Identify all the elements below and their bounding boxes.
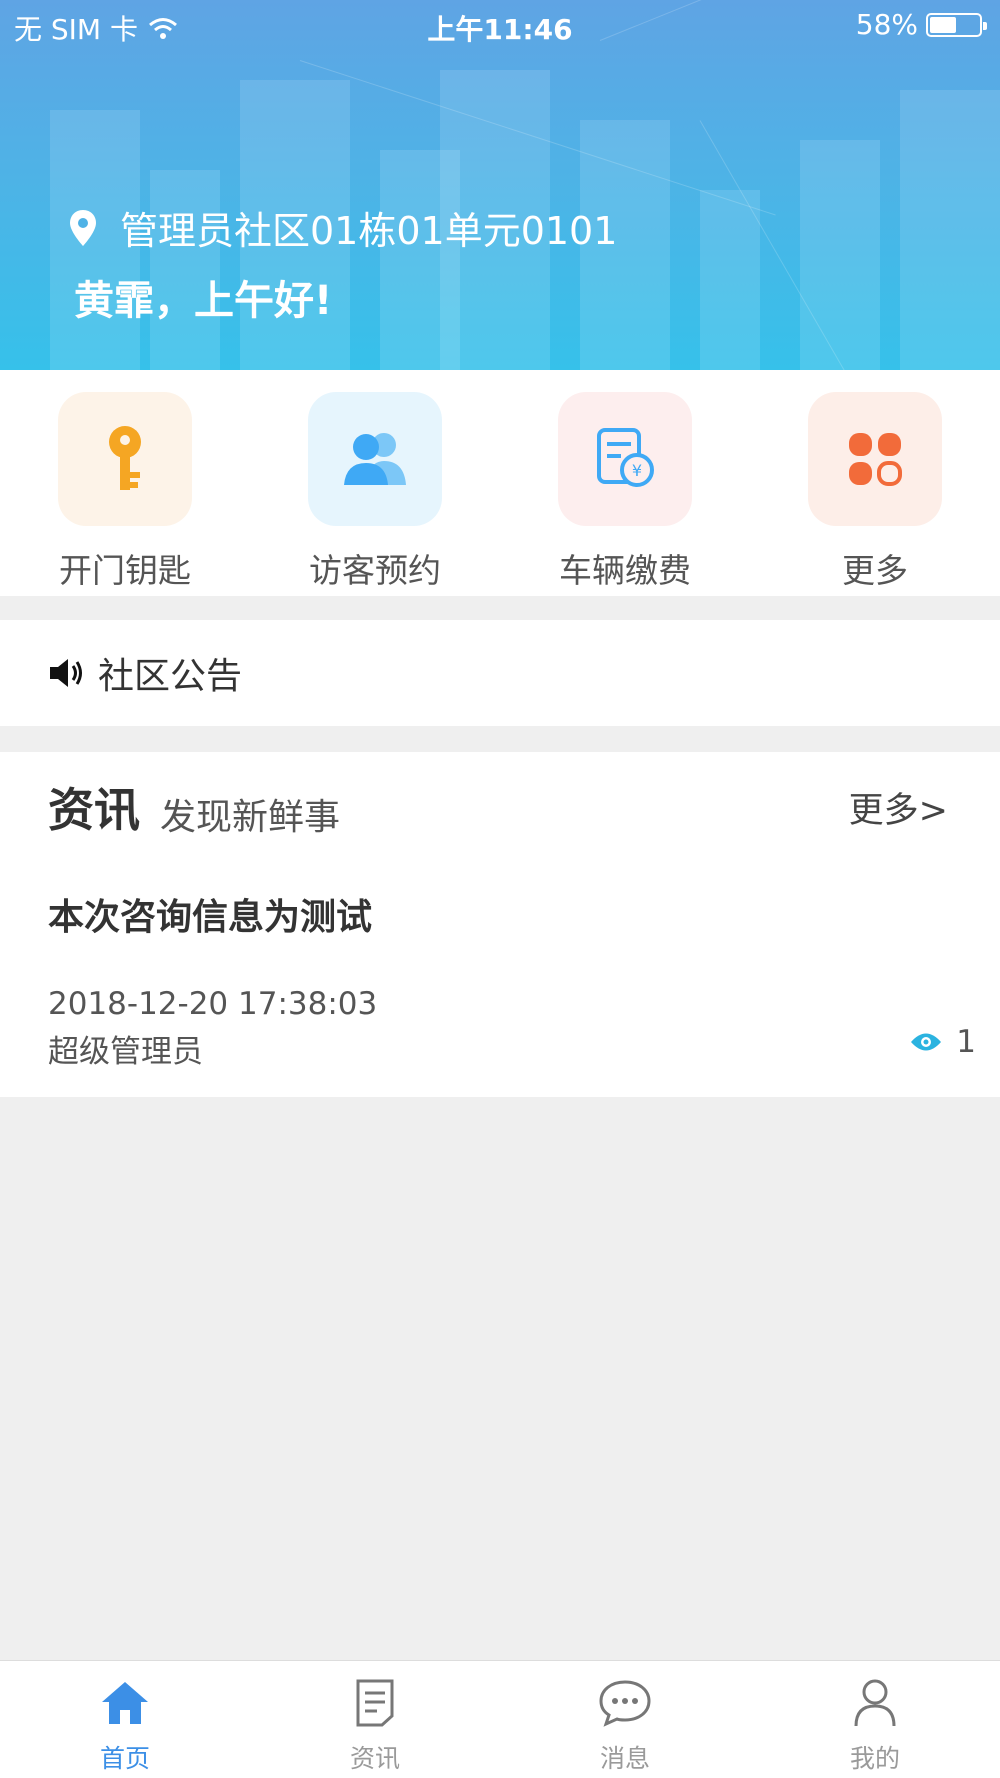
- location-pin-icon: [70, 209, 96, 246]
- chat-icon: [599, 1680, 651, 1727]
- quick-action-more[interactable]: 更多: [795, 392, 955, 592]
- building-decoration: [800, 140, 880, 370]
- battery-icon: [926, 12, 987, 37]
- bill-icon: ¥: [597, 428, 654, 487]
- quick-action-icon-bg: [808, 392, 942, 526]
- address-text: 管理员社区01栋01单元0101: [120, 209, 618, 253]
- quick-action-visitor[interactable]: 访客预约: [295, 392, 455, 592]
- battery-fill: [930, 16, 957, 33]
- quick-action-icon-bg: [308, 392, 442, 526]
- tab-messages[interactable]: 消息: [555, 1675, 695, 1775]
- grid-icon: [849, 433, 902, 486]
- battery-nub: [983, 21, 987, 30]
- visitors-icon: [344, 433, 406, 485]
- tab-label: 首页: [99, 1744, 150, 1773]
- tab-label: 我的: [849, 1744, 900, 1773]
- tab-label: 消息: [599, 1744, 650, 1773]
- tab-profile[interactable]: 我的: [805, 1675, 945, 1775]
- quick-action-icon-bg: ¥: [558, 392, 692, 526]
- views-count: 1: [956, 1024, 976, 1060]
- tab-label: 资讯: [349, 1744, 400, 1773]
- eye-icon: [911, 1033, 942, 1051]
- quick-action-label: 车辆缴费: [559, 551, 691, 590]
- header-banner: 无 SIM 卡 上午11:46 58% 管理员社区01栋01单元0101 黄霏，…: [0, 0, 1000, 370]
- quick-action-icon-bg: [58, 392, 192, 526]
- status-bar: 无 SIM 卡 上午11:46 58%: [0, 0, 1000, 50]
- greeting-text: 黄霏，上午好!: [74, 278, 333, 324]
- user-icon: [854, 1679, 896, 1727]
- quick-action-label: 访客预约: [309, 551, 441, 590]
- document-icon: [356, 1679, 394, 1727]
- article-views: 1: [910, 1024, 976, 1060]
- bottom-tab-bar: 首页 资讯 消息 我的: [0, 1660, 1000, 1778]
- battery-info: 58%: [855, 8, 987, 41]
- svg-text:¥: ¥: [632, 461, 642, 480]
- news-more-link[interactable]: 更多>: [849, 782, 948, 833]
- news-title: 资讯: [48, 783, 140, 837]
- notice-label: 社区公告: [98, 656, 243, 697]
- tab-news[interactable]: 资讯: [305, 1675, 445, 1775]
- address-row[interactable]: 管理员社区01栋01单元0101: [70, 200, 617, 255]
- building-decoration: [900, 90, 1000, 370]
- status-time: 上午11:46: [427, 13, 573, 46]
- news-subtitle: 发现新鲜事: [160, 797, 341, 838]
- speaker-icon: [50, 659, 82, 687]
- home-icon: [102, 1682, 148, 1724]
- article-date: 2018-12-20 17:38:03: [48, 986, 378, 1022]
- building-decoration: [700, 190, 760, 370]
- tab-home[interactable]: 首页: [55, 1675, 195, 1775]
- article-author: 超级管理员: [48, 1034, 203, 1070]
- quick-action-label: 开门钥匙: [59, 551, 191, 590]
- quick-action-vehicle-payment[interactable]: ¥ 车辆缴费: [545, 392, 705, 592]
- news-section: 资讯 发现新鲜事 更多> 本次咨询信息为测试 2018-12-20 17:38:…: [0, 752, 1000, 1097]
- key-icon: [109, 426, 141, 490]
- community-notice[interactable]: 社区公告: [0, 620, 1000, 726]
- article-title: 本次咨询信息为测试: [48, 897, 373, 938]
- quick-action-label: 更多: [842, 551, 908, 590]
- battery-percent: 58%: [855, 8, 918, 41]
- quick-actions: 开门钥匙 访客预约 ¥ 车辆缴费 更多: [0, 370, 1000, 596]
- quick-action-door-key[interactable]: 开门钥匙: [45, 392, 205, 592]
